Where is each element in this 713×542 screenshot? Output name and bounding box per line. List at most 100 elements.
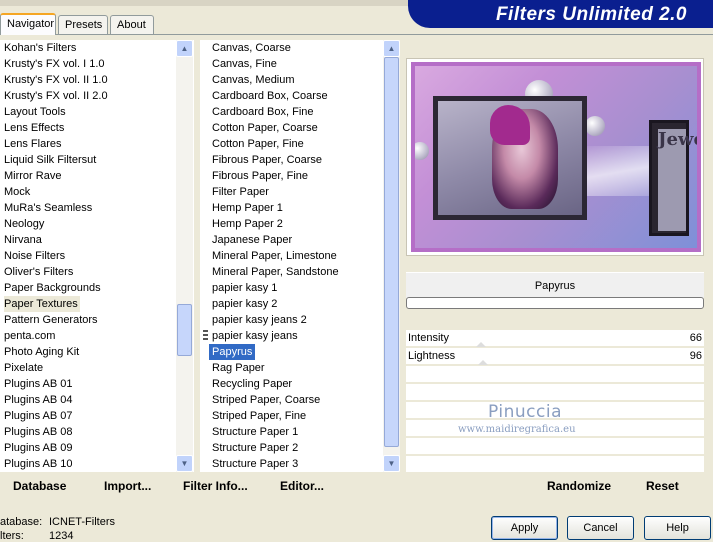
status-database: atabase: ICNET-Filters [0,516,115,528]
status-value: 1234 [49,530,74,542]
tab-presets[interactable]: Presets [58,15,108,35]
filter-item[interactable]: Mineral Paper, Limestone [212,248,337,264]
filter-item[interactable]: papier kasy jeans [212,328,298,344]
filter-item[interactable]: Striped Paper, Coarse [212,392,320,408]
filter-item[interactable]: Cotton Paper, Coarse [212,120,318,136]
param-label: Intensity [408,332,449,344]
status-label: lters: [0,530,24,542]
category-item[interactable]: Lens Flares [4,136,61,152]
category-item[interactable]: Neology [4,216,44,232]
reset-button[interactable]: Reset [646,479,679,493]
category-item[interactable]: penta.com [4,328,55,344]
category-item[interactable]: Lens Effects [4,120,64,136]
filter-item[interactable]: Japanese Paper [212,232,292,248]
filter-item[interactable]: Papyrus [209,344,256,360]
param-value: 66 [689,332,702,344]
filter-item[interactable]: Fibrous Paper, Coarse [212,152,322,168]
scroll-down-icon[interactable]: ▼ [383,455,400,472]
help-button[interactable]: Help [644,516,711,540]
filter-item[interactable]: Hemp Paper 2 [212,216,283,232]
filter-item[interactable]: Cotton Paper, Fine [212,136,304,152]
app-title: Filters Unlimited 2.0 [495,4,687,25]
param-empty[interactable] [406,456,704,473]
category-list[interactable]: Kohan's Filters Krusty's FX vol. I 1.0 Kru… [0,40,194,472]
category-item[interactable]: MuRa's Seamless [4,200,92,216]
param-intensity[interactable]: Intensity 66 [406,330,704,347]
scroll-up-icon[interactable]: ▲ [383,40,400,57]
category-scrollbar[interactable]: ▲ ▼ [176,40,193,472]
param-value: 96 [689,350,702,362]
filter-item[interactable]: Fibrous Paper, Fine [212,168,308,184]
scroll-down-icon[interactable]: ▼ [176,455,193,472]
category-item[interactable]: Liquid Silk Filtersut [4,152,96,168]
category-item[interactable]: Plugins AB 01 [4,376,73,392]
category-item[interactable]: Photo Aging Kit [4,344,79,360]
filter-item[interactable]: Canvas, Coarse [212,40,291,56]
database-button[interactable]: Database [13,479,66,493]
category-item[interactable]: Layout Tools [4,104,66,120]
param-empty[interactable] [406,384,704,401]
param-lightness[interactable]: Lightness 96 [406,348,704,365]
category-item[interactable]: Mock [4,184,30,200]
filter-item[interactable]: Canvas, Fine [212,56,277,72]
filter-item[interactable]: Filter Paper [212,184,269,200]
filter-item[interactable]: papier kasy 1 [212,280,277,296]
filter-item[interactable]: Structure Paper 3 [212,456,298,472]
brand-banner: Filters Unlimited 2.0 [408,0,713,28]
category-item[interactable]: Krusty's FX vol. II 2.0 [4,88,108,104]
category-item[interactable]: Kohan's Filters [4,40,76,56]
portrait-hair [490,105,530,145]
filter-item[interactable]: Recycling Paper [212,376,292,392]
filter-item[interactable]: Hemp Paper 1 [212,200,283,216]
import-button[interactable]: Import... [104,479,151,493]
category-item[interactable]: Plugins AB 04 [4,392,73,408]
filter-item[interactable]: Rag Paper [212,360,265,376]
scroll-thumb[interactable] [177,304,192,356]
filter-item[interactable]: papier kasy jeans 2 [212,312,307,328]
randomize-button[interactable]: Randomize [547,479,611,493]
bubble-decoration [415,142,429,160]
status-filters: lters: 1234 [0,530,73,542]
filter-info-button[interactable]: Filter Info... [183,479,248,493]
category-item[interactable]: Paper Textures [4,296,80,312]
filter-item[interactable]: papier kasy 2 [212,296,277,312]
param-label: Lightness [408,350,456,362]
tab-navigator[interactable]: Navigator [0,13,56,35]
category-item[interactable]: Krusty's FX vol. II 1.0 [4,72,108,88]
status-value: ICNET-Filters [49,516,115,528]
cancel-button[interactable]: Cancel [567,516,634,540]
category-item[interactable]: Plugins AB 07 [4,408,73,424]
param-empty[interactable] [406,366,704,383]
category-item[interactable]: Paper Backgrounds [4,280,101,296]
tab-about[interactable]: About [110,15,154,35]
preview-image: Jewe [411,62,701,252]
side-panel: Jewe [649,120,697,236]
scroll-thumb[interactable] [384,57,399,447]
filter-item[interactable]: Canvas, Medium [212,72,295,88]
filter-item[interactable]: Structure Paper 2 [212,440,298,456]
filter-item[interactable]: Striped Paper, Fine [212,408,306,424]
category-item[interactable]: Oliver's Filters [4,264,73,280]
category-item[interactable]: Pattern Generators [4,312,98,328]
category-item[interactable]: Plugins AB 09 [4,440,73,456]
filter-list[interactable]: Canvas, Coarse Canvas, Fine Canvas, Medium… [200,40,400,472]
category-item[interactable]: Pixelate [4,360,43,376]
apply-button[interactable]: Apply [491,516,558,540]
category-item[interactable]: Plugins AB 10 [4,456,73,472]
scroll-up-icon[interactable]: ▲ [176,40,193,57]
watermark-url: www.maidiregrafica.eu [458,424,576,435]
category-item[interactable]: Krusty's FX vol. I 1.0 [4,56,105,72]
filter-item[interactable]: Structure Paper 1 [212,424,298,440]
watermark-name: Pinuccia [488,402,562,422]
editor-button[interactable]: Editor... [280,479,324,493]
filter-item[interactable]: Mineral Paper, Sandstone [212,264,339,280]
param-empty[interactable] [406,438,704,455]
filter-item[interactable]: Cardboard Box, Fine [212,104,314,120]
category-item[interactable]: Noise Filters [4,248,65,264]
filter-scrollbar[interactable]: ▲ ▼ [383,40,400,472]
category-item[interactable]: Plugins AB 08 [4,424,73,440]
filter-item[interactable]: Cardboard Box, Coarse [212,88,328,104]
category-item[interactable]: Mirror Rave [4,168,61,184]
bubble-decoration [585,116,605,136]
category-item[interactable]: Nirvana [4,232,42,248]
